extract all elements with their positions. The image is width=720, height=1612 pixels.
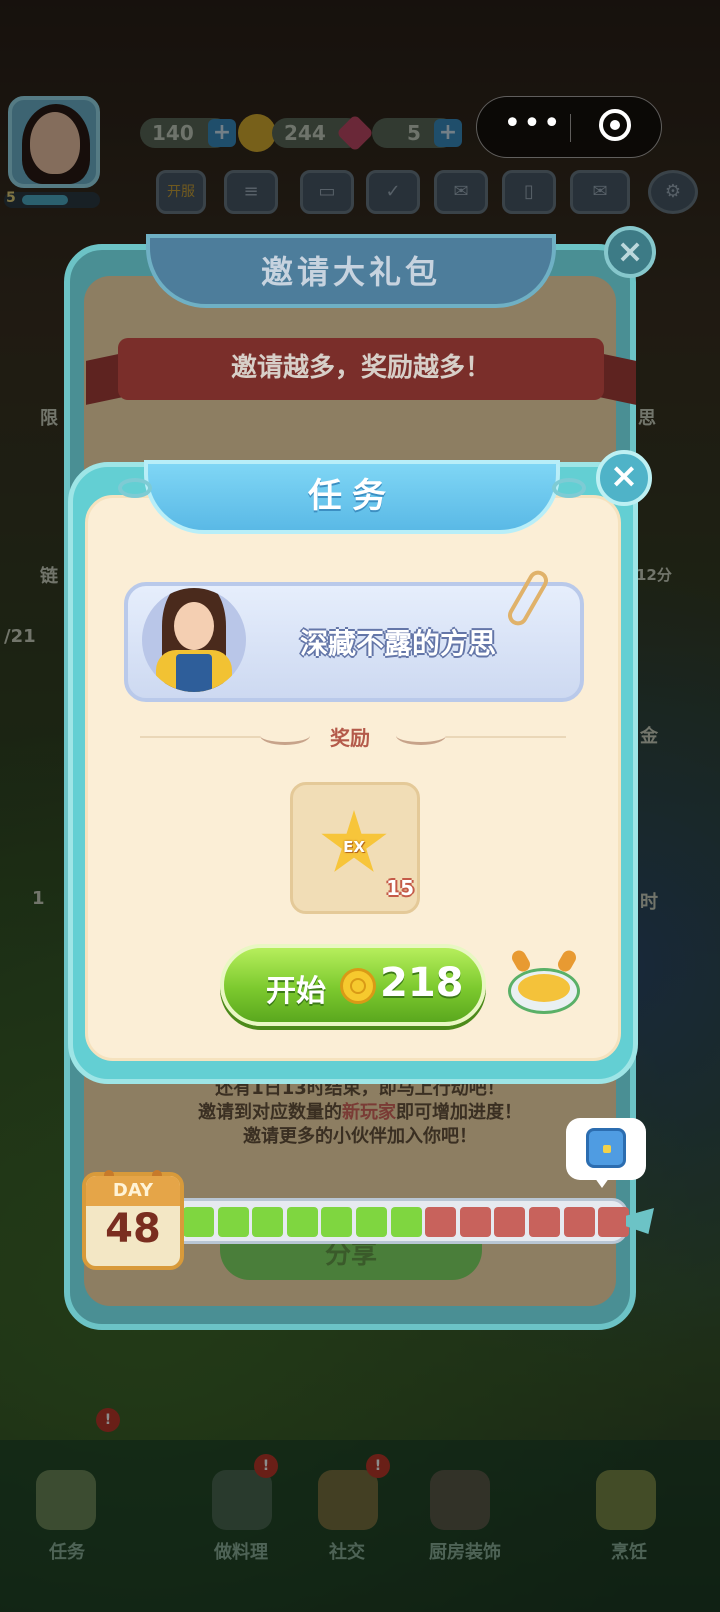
start-cost: 218 [380, 960, 464, 1006]
progress-segment-filled [217, 1207, 249, 1237]
progress-segment-empty [425, 1207, 457, 1237]
task-title: 任务 [308, 476, 396, 516]
day-number: 48 [105, 1206, 161, 1252]
coin-icon [340, 968, 376, 1004]
invite-ribbon: 邀请越多，奖励越多！ [118, 338, 604, 400]
invite-panel-close-icon[interactable]: × [604, 226, 656, 278]
progress-segment-filled [356, 1207, 387, 1237]
task-close-icon[interactable]: × [596, 450, 652, 506]
invite-panel-title: 邀请大礼包 [146, 234, 556, 308]
invite-progress-text: 邀请到对应数量的新玩家即可增加进度！ [198, 1102, 522, 1123]
day-label: DAY [86, 1176, 180, 1206]
reward-count: 15 [386, 876, 414, 900]
progress-segment-filled [252, 1207, 284, 1237]
progress-segment-filled [321, 1207, 353, 1237]
progress-segment-empty [494, 1207, 526, 1237]
progress-segment-empty [598, 1207, 630, 1237]
progress-segment-filled [183, 1207, 214, 1237]
progress-segment-filled [286, 1207, 318, 1237]
more-menu-icon[interactable]: ••• [501, 109, 565, 139]
task-name: 深藏不露的方思 [300, 627, 497, 660]
start-button-label: 开始 [266, 974, 326, 1009]
reward-label: 奖励 [330, 726, 370, 750]
cooking-pot-icon [504, 947, 584, 1022]
close-miniprogram-icon[interactable] [599, 109, 631, 141]
invite-progress-bar [152, 1198, 630, 1244]
reward-chest-bubble[interactable] [566, 1118, 646, 1188]
miniprogram-capsule: ••• [476, 96, 662, 158]
day-badge: DAY 48 [82, 1170, 184, 1270]
invite-more-text: 邀请更多的小伙伴加入你吧！ [243, 1126, 477, 1147]
exp-label: EX [343, 838, 365, 856]
chest-icon [586, 1128, 626, 1168]
progress-segment-filled [390, 1207, 422, 1237]
character-avatar [142, 588, 246, 692]
progress-segment-empty [563, 1207, 595, 1237]
progress-segment-empty [529, 1207, 560, 1237]
progress-segment-empty [459, 1207, 491, 1237]
